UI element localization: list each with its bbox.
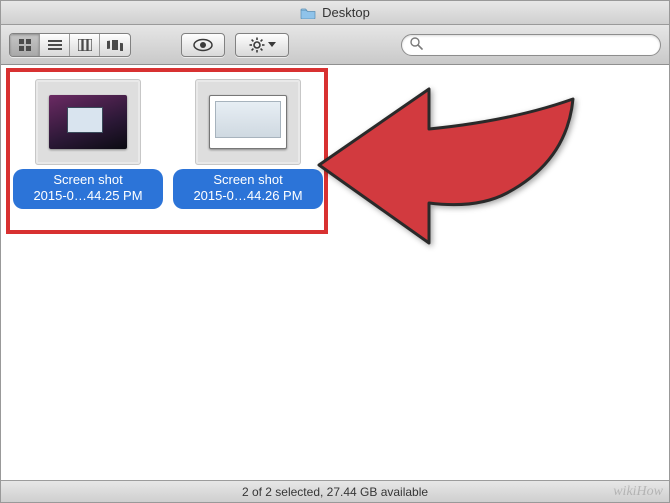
search-field[interactable] — [401, 34, 661, 56]
toolbar — [1, 25, 669, 65]
search-input[interactable] — [427, 38, 652, 52]
search-icon — [410, 37, 423, 53]
file-thumbnail — [35, 79, 141, 165]
content-area[interactable]: Screen shot 2015-0…44.25 PM Screen shot … — [1, 65, 669, 480]
grid-icon — [18, 38, 32, 52]
action-menu-button[interactable] — [235, 33, 289, 57]
quicklook-button[interactable] — [181, 33, 225, 57]
finder-window: Desktop — [0, 0, 670, 503]
folder-icon — [300, 7, 316, 19]
coverflow-icon — [107, 39, 123, 51]
file-grid: Screen shot 2015-0…44.25 PM Screen shot … — [7, 71, 663, 217]
watermark: wikiHow — [613, 484, 663, 500]
column-view-button[interactable] — [70, 34, 100, 56]
columns-icon — [78, 39, 92, 51]
window-title: Desktop — [322, 5, 370, 20]
file-thumbnail — [195, 79, 301, 165]
list-view-button[interactable] — [40, 34, 70, 56]
file-label: Screen shot 2015-0…44.25 PM — [13, 169, 163, 209]
view-mode-group — [9, 33, 131, 57]
icon-view-button[interactable] — [10, 34, 40, 56]
gear-icon — [249, 37, 265, 53]
eye-icon — [193, 38, 213, 52]
status-bar: 2 of 2 selected, 27.44 GB available wiki… — [1, 480, 669, 502]
titlebar[interactable]: Desktop — [1, 1, 669, 25]
file-item[interactable]: Screen shot 2015-0…44.25 PM — [13, 79, 163, 209]
file-label: Screen shot 2015-0…44.26 PM — [173, 169, 323, 209]
chevron-down-icon — [268, 42, 276, 48]
coverflow-view-button[interactable] — [100, 34, 130, 56]
list-icon — [48, 39, 62, 51]
file-item[interactable]: Screen shot 2015-0…44.26 PM — [173, 79, 323, 209]
status-text: 2 of 2 selected, 27.44 GB available — [242, 485, 428, 499]
